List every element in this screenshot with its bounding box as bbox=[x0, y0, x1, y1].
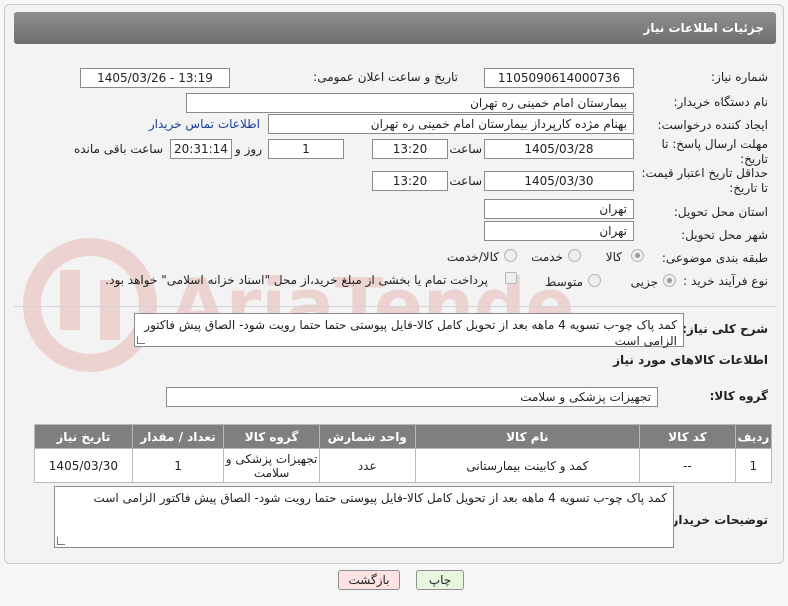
reply-deadline-label-2: تاریخ: bbox=[740, 152, 768, 166]
cell-quantity: 1 bbox=[131, 448, 225, 483]
buyer-contact-link[interactable]: اطلاعات تماس خریدار bbox=[149, 117, 260, 131]
category-option-service: خدمت bbox=[531, 250, 563, 264]
resize-grip-icon[interactable] bbox=[137, 336, 145, 344]
resize-grip-icon[interactable] bbox=[57, 537, 65, 545]
summary-label: شرح کلی نیاز: bbox=[682, 322, 768, 336]
announce-date-field: 1405/03/26 - 13:19 bbox=[80, 68, 230, 88]
col-header-goods-name: نام کالا bbox=[414, 424, 641, 449]
requester-field: بهنام مژده کارپرداز بیمارستان امام خمینی… bbox=[268, 114, 634, 134]
goods-group-field: تجهیزات پزشکی و سلامت bbox=[166, 387, 658, 407]
page-header: جزئیات اطلاعات نیاز bbox=[14, 12, 776, 44]
announce-date-label: تاریخ و ساعت اعلان عمومی: bbox=[313, 70, 458, 84]
process-option-medium: متوسط bbox=[545, 275, 583, 289]
need-number-label: شماره نیاز: bbox=[711, 70, 768, 84]
treasury-payment-checkbox[interactable] bbox=[505, 272, 517, 284]
col-header-goods-group: گروه کالا bbox=[223, 424, 320, 449]
process-radio-medium[interactable] bbox=[588, 274, 601, 287]
need-number-field: 1105090614000736 bbox=[484, 68, 634, 88]
days-label: روز و bbox=[235, 142, 262, 156]
buyer-notes-label: توضیحات خریدار: bbox=[666, 513, 768, 527]
cell-unit: عدد bbox=[318, 448, 416, 483]
time-remaining-label: ساعت باقی مانده bbox=[73, 142, 163, 156]
category-radio-goods-service[interactable] bbox=[504, 249, 517, 262]
price-validity-label-1: حداقل تاریخ اعتبار قیمت: bbox=[641, 166, 768, 180]
buyer-notes-textarea[interactable]: کمد پاک چو-ب تسویه 4 ماهه بعد از تحویل ک… bbox=[54, 486, 674, 548]
reply-deadline-date-field: 1405/03/28 bbox=[484, 139, 634, 159]
price-validity-date-field: 1405/03/30 bbox=[484, 171, 634, 191]
process-option-minor: جزیی bbox=[630, 275, 658, 289]
cell-goods-name: کمد و کابینت بیمارستانی bbox=[414, 448, 641, 483]
summary-textarea[interactable]: کمد پاک چو-ب تسویه 4 ماهه بعد از تحویل ک… bbox=[134, 313, 684, 348]
category-option-goods-service: کالا/خدمت bbox=[446, 250, 499, 264]
buyer-org-field: بیمارستان امام خمینی ره تهران bbox=[186, 93, 634, 113]
goods-section-title: اطلاعات کالاهای مورد نیاز bbox=[613, 353, 768, 367]
cell-goods-code: -- bbox=[639, 448, 736, 483]
category-label: طبقه بندی موضوعی: bbox=[661, 251, 768, 265]
delivery-city-label: شهر محل تحویل: bbox=[681, 228, 768, 242]
col-header-need-date: تاریخ نیاز bbox=[34, 424, 133, 449]
col-header-quantity: تعداد / مقدار bbox=[131, 424, 225, 449]
category-option-goods: کالا bbox=[605, 250, 622, 264]
table-header-row: ردیف کد کالا نام کالا واحد شمارش گروه کا… bbox=[34, 424, 773, 449]
requester-label: ایجاد کننده درخواست: bbox=[657, 118, 768, 132]
col-header-unit: واحد شمارش bbox=[318, 424, 416, 449]
price-validity-time-label: ساعت bbox=[449, 174, 482, 188]
buyer-notes-text: کمد پاک چو-ب تسویه 4 ماهه بعد از تحویل ک… bbox=[93, 491, 667, 505]
print-button[interactable]: چاپ bbox=[416, 570, 464, 590]
process-radio-minor[interactable] bbox=[663, 274, 676, 287]
col-header-goods-code: کد کالا bbox=[639, 424, 736, 449]
days-remaining-field: 1 bbox=[268, 139, 344, 159]
category-radio-service[interactable] bbox=[568, 249, 581, 262]
cell-goods-group: تجهیزات پزشکی و سلامت bbox=[223, 448, 320, 483]
back-button[interactable]: بازگشت bbox=[338, 570, 400, 590]
goods-table: ردیف کد کالا نام کالا واحد شمارش گروه کا… bbox=[34, 424, 773, 483]
delivery-city-field: تهران bbox=[484, 221, 634, 241]
goods-group-label: گروه کالا: bbox=[709, 389, 768, 403]
page-title: جزئیات اطلاعات نیاز bbox=[643, 21, 764, 35]
buyer-org-label: نام دستگاه خریدار: bbox=[673, 95, 769, 109]
reply-deadline-label-1: مهلت ارسال پاسخ: تا bbox=[661, 137, 768, 151]
summary-text: کمد پاک چو-ب تسویه 4 ماهه بعد از تحویل ک… bbox=[144, 318, 677, 348]
price-validity-time-field: 13:20 bbox=[372, 171, 448, 191]
treasury-payment-note: پرداخت تمام یا بخشی از مبلغ خرید،از محل … bbox=[105, 273, 488, 287]
table-row: 1 -- کمد و کابینت بیمارستانی عدد تجهیزات… bbox=[34, 448, 773, 483]
delivery-province-field: تهران bbox=[484, 199, 634, 219]
purchase-process-label: نوع فرآیند خرید : bbox=[683, 274, 768, 288]
divider bbox=[14, 306, 776, 307]
category-radio-goods[interactable] bbox=[631, 249, 644, 262]
cell-need-date: 1405/03/30 bbox=[34, 448, 133, 483]
col-header-row-number: ردیف bbox=[734, 424, 773, 449]
price-validity-label-2: تا تاریخ: bbox=[729, 181, 768, 195]
cell-row-number: 1 bbox=[734, 448, 773, 483]
reply-deadline-time-label: ساعت bbox=[449, 142, 482, 156]
time-remaining-field: 20:31:14 bbox=[170, 139, 232, 159]
reply-deadline-time-field: 13:20 bbox=[372, 139, 448, 159]
delivery-province-label: استان محل تحویل: bbox=[673, 205, 768, 219]
